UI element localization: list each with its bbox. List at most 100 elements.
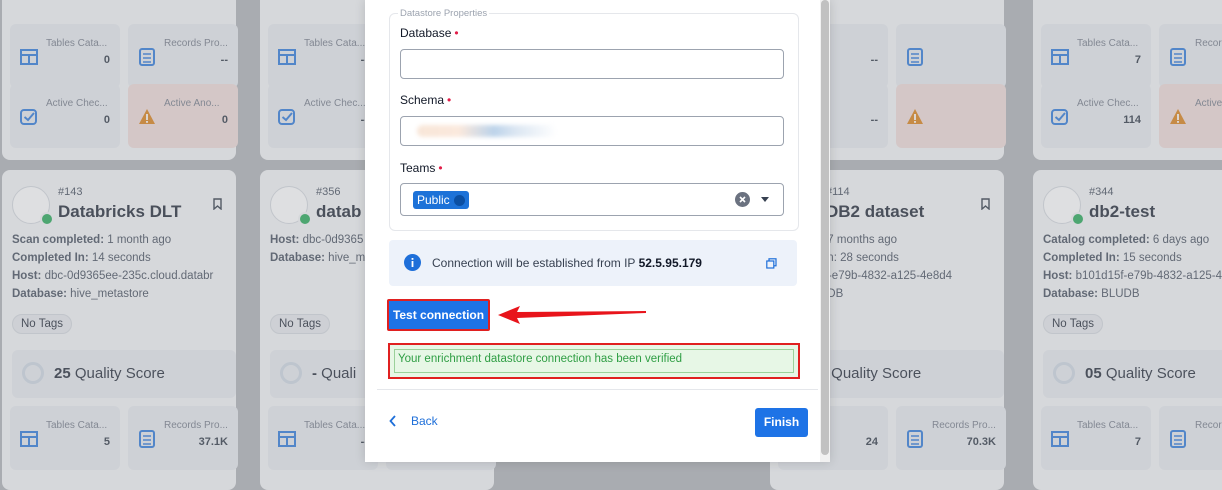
success-message: Your enrichment datastore connection has… — [398, 353, 683, 365]
datastore-number: #143 — [58, 186, 83, 198]
metric-value: 7 — [1134, 54, 1141, 66]
datastore-meta: Host: b101d15f-e79b-4832-a125-4e8d — [1043, 270, 1222, 282]
metric-tile — [896, 24, 1006, 88]
metric-value: 70.3K — [966, 436, 996, 448]
back-button[interactable]: Back — [389, 414, 438, 428]
metric-icon — [20, 108, 38, 126]
metric-icon — [20, 430, 38, 448]
metric-label: Active — [1195, 98, 1222, 109]
metric-value: 7 — [1134, 436, 1141, 448]
metric-tile: Records Pro... -- — [128, 24, 238, 88]
metric-label: Records Pro... — [164, 420, 228, 431]
schema-label: Schema • — [400, 93, 452, 107]
quality-score: - Quality Score — [822, 365, 922, 382]
metric-icon — [138, 430, 156, 448]
metric-label: Records Pro... — [932, 420, 996, 431]
datastore-meta: Database: BLUDB — [1043, 288, 1140, 300]
metric-label: Records — [1195, 420, 1222, 431]
quality-ring — [280, 362, 302, 384]
team-tag-public: Public — [413, 191, 469, 209]
metric-icon — [1169, 108, 1187, 126]
modal-scrollbar-thumb[interactable] — [821, 0, 829, 455]
metric-label: Tables Cata... — [46, 38, 108, 49]
bookmark-icon[interactable] — [981, 198, 990, 210]
blurred-value — [417, 125, 557, 137]
tags-chip: No Tags — [270, 314, 330, 334]
test-connection-button[interactable]: Test connection — [387, 299, 490, 331]
teams-select[interactable]: Public — [400, 183, 784, 216]
connection-info-text: Connection will be established from IP 5… — [432, 256, 702, 270]
back-label: Back — [411, 414, 438, 428]
metric-tile: Tables Cata... -- — [268, 406, 378, 470]
database-input[interactable] — [400, 49, 784, 79]
metric-label: Records Pro... — [164, 38, 228, 49]
metric-label: Tables Cata... — [304, 420, 366, 431]
background-card: #344 db2-test Catalog completed: 6 days ag… — [1033, 170, 1222, 490]
quality-score-box: 05 Quality Score — [1043, 350, 1222, 398]
metric-icon — [906, 108, 924, 126]
datastore-meta: Database: hive_metastore — [12, 288, 149, 300]
success-message-box: Your enrichment datastore connection has… — [388, 343, 800, 379]
quality-ring — [22, 362, 44, 384]
metric-icon — [278, 48, 296, 66]
metric-icon — [906, 430, 924, 448]
metric-value: 0 — [103, 54, 110, 66]
metric-tile: Active Chec... -- — [268, 84, 378, 148]
database-label: Database • — [400, 26, 459, 40]
metric-value: 0 — [221, 114, 228, 126]
metric-icon — [1169, 48, 1187, 66]
metric-value: 0 — [103, 114, 110, 126]
metric-label: Active Chec... — [46, 98, 108, 109]
section-title: Datastore Properties — [398, 8, 490, 19]
info-icon — [404, 254, 421, 271]
metric-tile: Tables Cata... 7 — [1041, 406, 1151, 470]
metric-icon — [1169, 430, 1187, 448]
status-dot — [298, 212, 312, 226]
metric-tile: Tables Cata... 5 — [10, 406, 120, 470]
status-dot — [40, 212, 54, 226]
clear-icon[interactable] — [735, 192, 750, 207]
footer-divider — [377, 389, 818, 390]
bookmark-icon[interactable] — [213, 198, 222, 210]
metric-label: Active Ano... — [164, 98, 220, 109]
metric-tile: Active Chec... 114 — [1041, 84, 1151, 148]
tag-remove-icon[interactable] — [453, 194, 465, 206]
datastore-meta: Completed In: 14 seconds — [12, 252, 151, 264]
metric-icon — [20, 48, 38, 66]
metric-label: Tables Cata... — [1077, 420, 1139, 431]
datastore-meta: Completed In: 15 seconds — [1043, 252, 1182, 264]
metric-tile: Records Pro... 70.3K — [896, 406, 1006, 470]
teams-label: Teams • — [400, 161, 443, 175]
metric-label: Tables Cata... — [1077, 38, 1139, 49]
metric-value: 5 — [103, 436, 110, 448]
metric-icon — [278, 108, 296, 126]
annotation-arrow-icon — [498, 306, 646, 324]
copy-icon[interactable] — [766, 256, 777, 269]
tags-chip: No Tags — [1043, 314, 1103, 334]
metric-value: -- — [870, 54, 878, 66]
background-card: Tables Cata... 7 Records Pro... Active C… — [1033, 0, 1222, 160]
metric-label: Active Chec... — [304, 98, 366, 109]
metric-label: Tables Cata... — [304, 38, 366, 49]
metric-tile: Records Pro... — [1159, 24, 1222, 88]
metric-tile: Records — [1159, 406, 1222, 470]
chevron-down-icon[interactable] — [761, 197, 769, 202]
finish-button[interactable]: Finish — [755, 408, 808, 437]
metric-tile: Records Pro... 37.1K — [128, 406, 238, 470]
background-card: #143 Databricks DLT Scan completed: 1 mont… — [2, 170, 238, 490]
metric-tile: Active Chec... 0 — [10, 84, 120, 148]
quality-score: - Quali — [312, 365, 357, 382]
background-card: Tables Cata... 0 Records Pro... -- Activ… — [2, 0, 238, 160]
metric-tile — [896, 84, 1006, 148]
metric-icon — [1051, 108, 1069, 126]
connection-info-banner: Connection will be established from IP 5… — [389, 240, 797, 286]
metric-tile: Active — [1159, 84, 1222, 148]
schema-input[interactable] — [400, 116, 784, 146]
metric-value: 114 — [1123, 114, 1141, 126]
datastore-name: datab — [316, 202, 362, 221]
metric-label: Tables Cata... — [46, 420, 108, 431]
metric-value: 24 — [865, 436, 878, 448]
tags-chip: No Tags — [12, 314, 72, 334]
datastore-meta: Host: dbc-0d9365 — [270, 234, 364, 246]
metric-icon — [906, 48, 924, 66]
